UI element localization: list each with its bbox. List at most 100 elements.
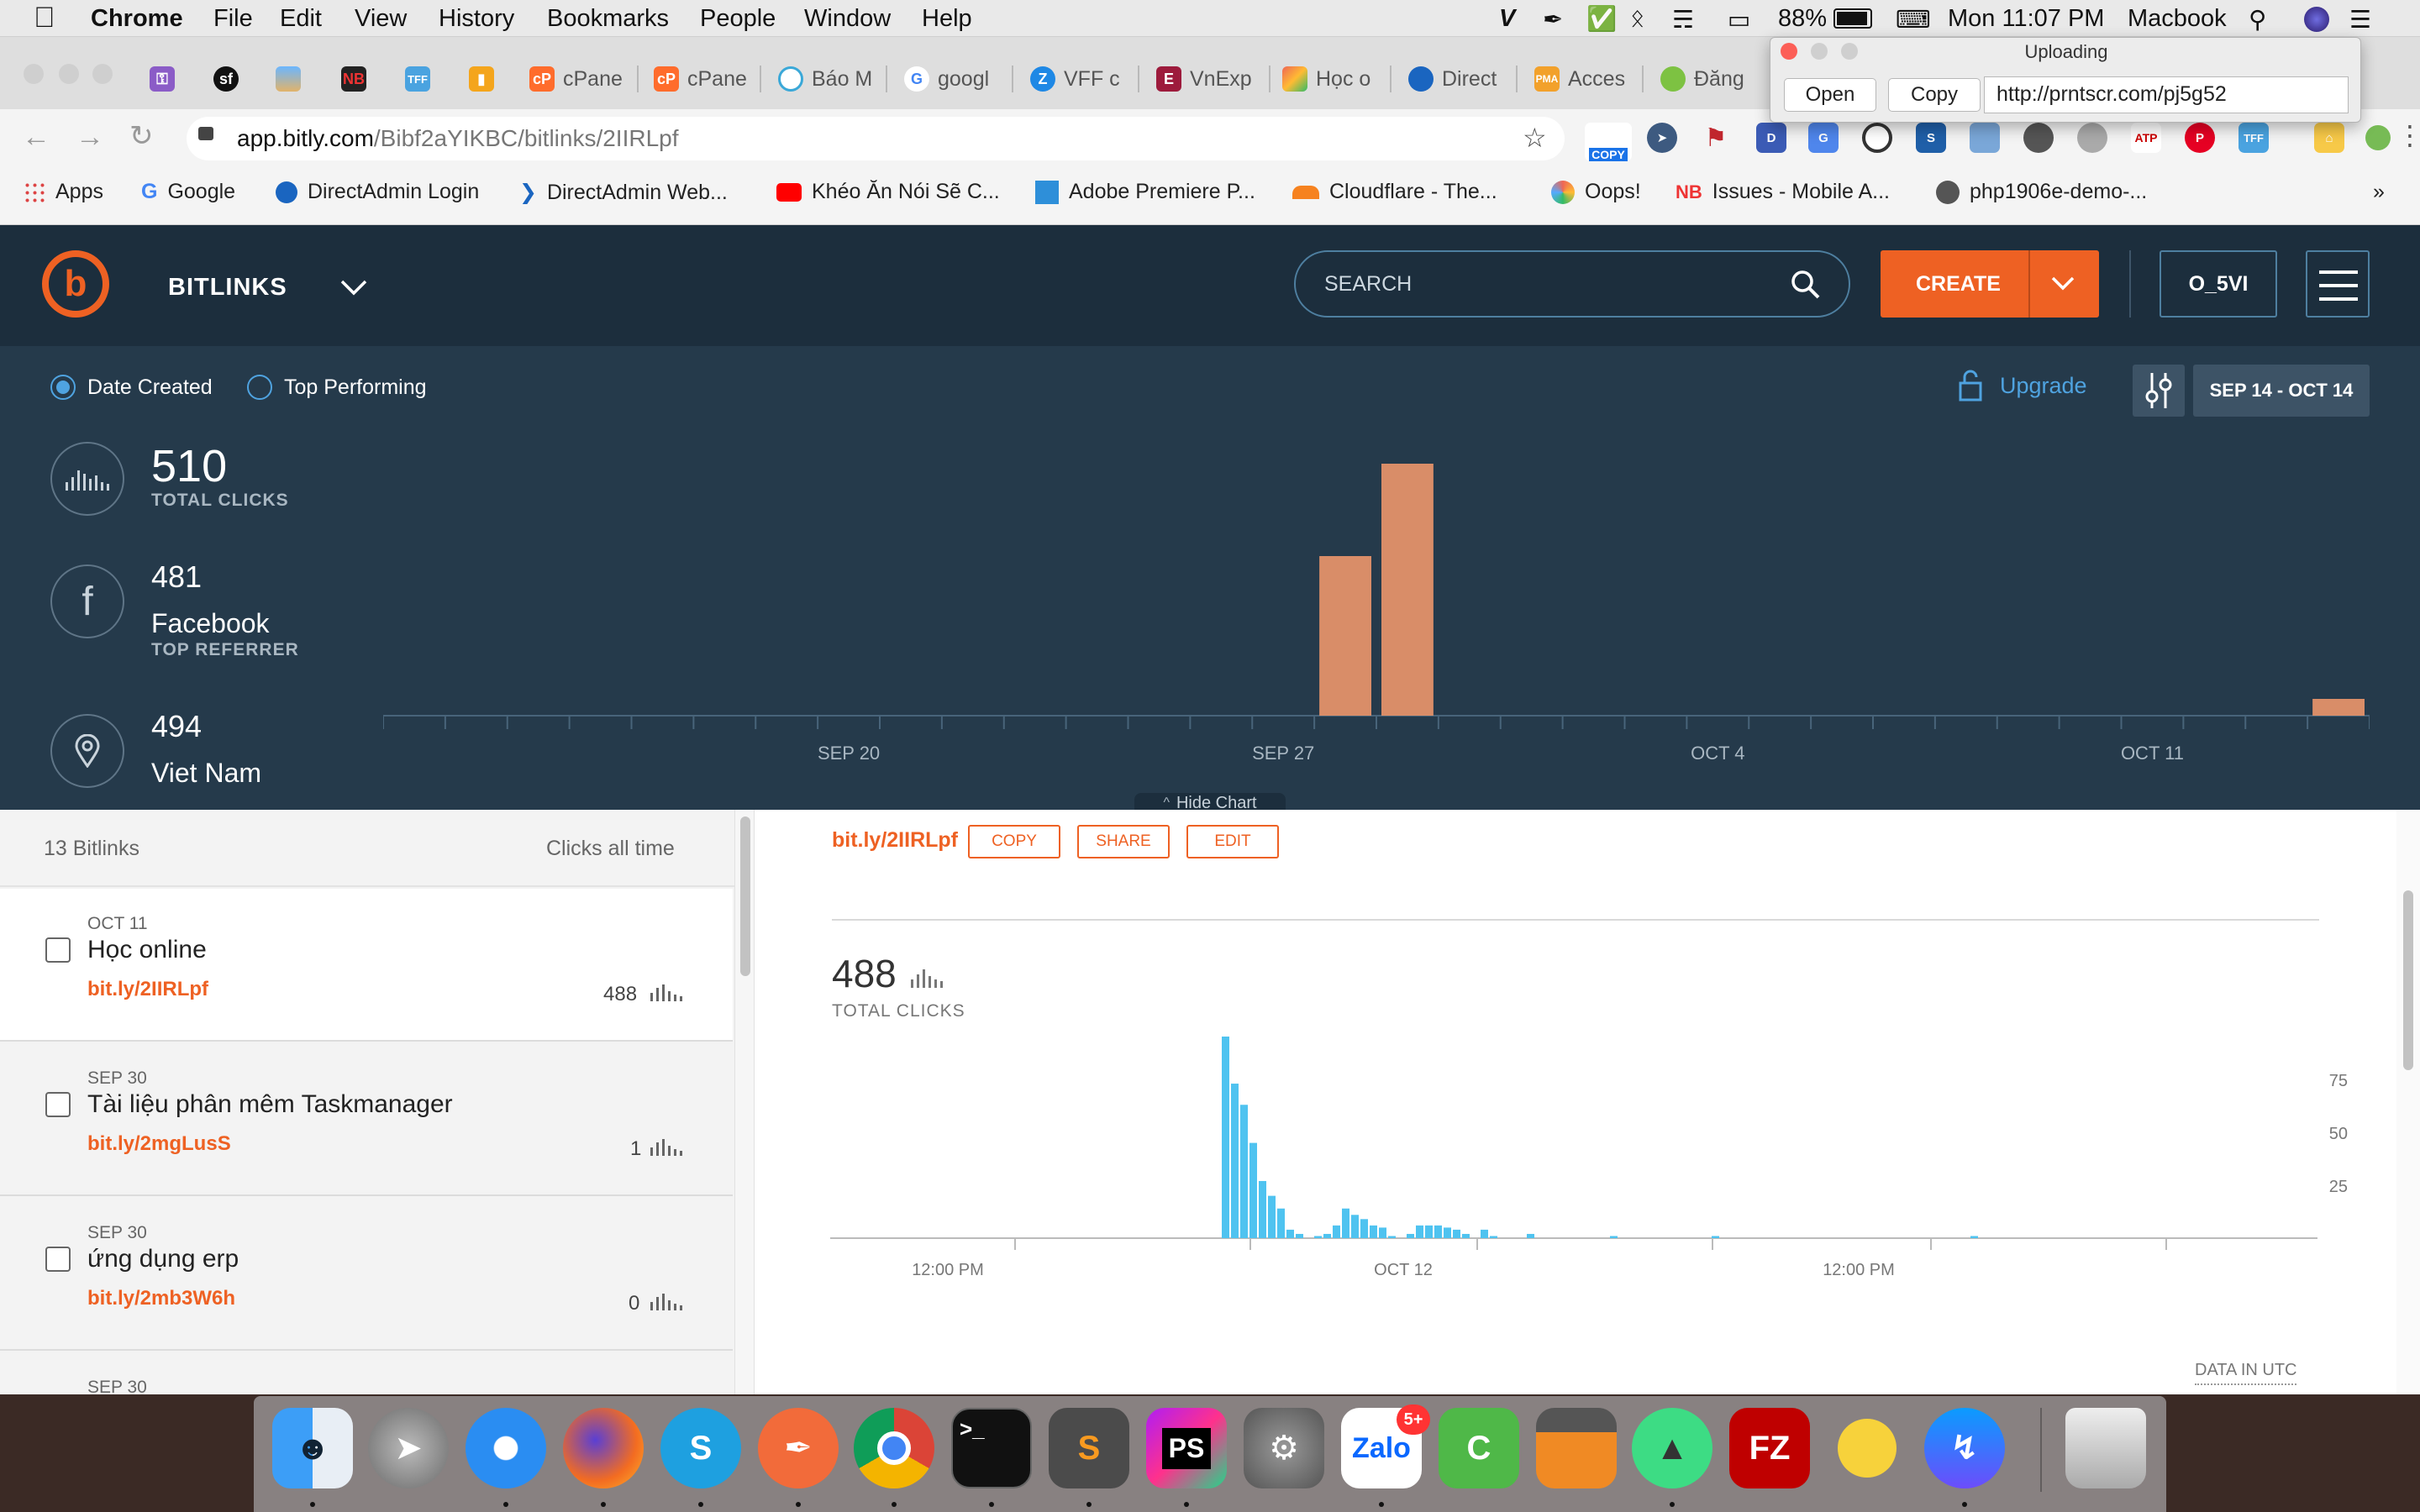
chart-bar[interactable]	[1240, 1105, 1248, 1238]
chart-bar[interactable]	[1610, 1236, 1618, 1238]
chart-bar[interactable]	[1319, 556, 1371, 716]
extension-bookmark-icon[interactable]: ⚑	[1701, 123, 1731, 153]
filezilla-icon[interactable]: FZ	[1729, 1408, 1810, 1488]
menu-bookmarks[interactable]: Bookmarks	[547, 5, 669, 33]
list-scrollbar[interactable]	[734, 810, 755, 1394]
tab-access[interactable]: PMA Acces	[1534, 62, 1634, 96]
messenger-icon[interactable]: ↯	[1924, 1408, 2005, 1488]
bookmark-issues-mobile[interactable]: NB Issues - Mobile A...	[1676, 180, 1890, 204]
page-scrollbar-thumb[interactable]	[2403, 890, 2413, 1070]
menu-app-name[interactable]: Chrome	[91, 5, 183, 33]
safari-icon[interactable]	[466, 1408, 546, 1488]
popup-link-field[interactable]: http://prntscr.com/pj5g52	[1984, 76, 2349, 113]
close-window-button[interactable]	[24, 64, 44, 84]
section-chevron-down-icon[interactable]	[339, 279, 368, 296]
chart-bar[interactable]	[1425, 1225, 1433, 1238]
input-source-icon[interactable]: ⌨	[1896, 5, 1931, 34]
filter-date-created[interactable]: Date Created	[50, 375, 213, 400]
create-button[interactable]: CREATE	[1916, 272, 2001, 297]
list-item[interactable]: SEP 30 Tài liệu phân mêm Taskmanager bit…	[0, 1043, 733, 1196]
chart-bar[interactable]	[1970, 1236, 1978, 1238]
siri-icon[interactable]	[2304, 7, 2329, 32]
camtasia-icon[interactable]: C	[1439, 1408, 1519, 1488]
chart-bar[interactable]	[1222, 1037, 1229, 1238]
hamburger-menu-button[interactable]	[2306, 250, 2370, 318]
bitly-logo[interactable]: b	[42, 250, 109, 318]
phpstorm-icon[interactable]: PS	[1146, 1408, 1227, 1488]
extension-camera-icon[interactable]	[2023, 123, 2054, 153]
cyberduck-icon[interactable]	[1827, 1408, 1907, 1488]
tab-directadmin[interactable]: Direct	[1408, 62, 1507, 96]
forward-icon[interactable]: →	[76, 121, 104, 154]
menu-people[interactable]: People	[700, 5, 776, 33]
chart-bar[interactable]	[2312, 699, 2365, 716]
address-bar[interactable]: app.bitly.com/Bibf2aYIKBC/bitlinks/2IIRL…	[187, 117, 1565, 160]
extension-home-icon[interactable]: ⌂	[2314, 123, 2344, 153]
extension-atp-icon[interactable]: ATP	[2131, 123, 2161, 153]
list-item[interactable]: SEP 30	[0, 1352, 733, 1394]
menu-user[interactable]: Macbook	[2128, 5, 2227, 33]
extension-wheel-icon[interactable]	[2077, 123, 2107, 153]
detail-copy-button[interactable]: COPY	[968, 825, 1060, 858]
menu-help[interactable]: Help	[922, 5, 972, 33]
detail-short-link[interactable]: bit.ly/2IIRLpf	[832, 828, 958, 853]
terminal-icon[interactable]: >_	[951, 1408, 1032, 1488]
chart-bar[interactable]	[1351, 1215, 1359, 1238]
chart-bar[interactable]	[1277, 1208, 1285, 1238]
system-preferences-icon[interactable]: ⚙	[1244, 1408, 1324, 1488]
section-title[interactable]: BITLINKS	[168, 274, 287, 302]
chart-settings-button[interactable]	[2133, 365, 2185, 417]
zoom-window-button[interactable]	[92, 64, 113, 84]
url-text[interactable]: app.bitly.com/Bibf2aYIKBC/bitlinks/2IIRL…	[237, 125, 679, 152]
bookmark-apps[interactable]: Apps	[24, 180, 103, 204]
chart-bar[interactable]	[1416, 1225, 1423, 1238]
item-checkbox[interactable]	[45, 937, 71, 963]
bookmark-cloudflare[interactable]: Cloudflare - The...	[1292, 180, 1497, 204]
item-short-link[interactable]: bit.ly/2IIRLpf	[87, 978, 208, 1001]
check-status-icon[interactable]: ✅	[1586, 5, 1617, 34]
bookmarks-overflow-button[interactable]: »	[2373, 180, 2385, 204]
bookmark-kheo-an-noi[interactable]: Khéo Ăn Nói Sẽ C...	[776, 180, 1000, 204]
chart-bar[interactable]	[1434, 1225, 1442, 1238]
chart-bar[interactable]	[1712, 1236, 1719, 1238]
tab-google[interactable]: Ggoogl	[904, 62, 1003, 96]
reload-icon[interactable]: ↻	[129, 119, 154, 153]
bookmark-directadmin-login[interactable]: DirectAdmin Login	[276, 180, 479, 204]
extension-tff-icon[interactable]: TFF	[2238, 123, 2269, 153]
search-icon[interactable]	[1790, 269, 1822, 301]
chart-bar[interactable]	[1333, 1225, 1340, 1238]
extension-pinterest-icon[interactable]: P	[2185, 123, 2215, 153]
filter-top-performing[interactable]: Top Performing	[247, 375, 427, 400]
bookmark-php1906e[interactable]: php1906e-demo-...	[1936, 180, 2147, 204]
extension-s-icon[interactable]: S	[1916, 123, 1946, 153]
extension-device-icon[interactable]	[1970, 123, 2000, 153]
tab-dang[interactable]: Đăng	[1660, 62, 1753, 96]
create-chevron-down-icon[interactable]	[2050, 276, 2075, 292]
bookmark-oops[interactable]: Oops!	[1551, 180, 1641, 204]
chart-bar[interactable]	[1379, 1227, 1386, 1238]
detail-share-button[interactable]: SHARE	[1077, 825, 1170, 858]
minimize-window-button[interactable]	[59, 64, 79, 84]
menu-window[interactable]: Window	[804, 5, 891, 33]
menu-view[interactable]: View	[355, 5, 407, 33]
chart-bar[interactable]	[1444, 1227, 1451, 1238]
chart-bar[interactable]	[1388, 1236, 1396, 1238]
bookmark-directadmin-web[interactable]: ❯ DirectAdmin Web...	[519, 180, 728, 205]
battery-percent[interactable]: 88%	[1778, 5, 1827, 33]
chart-bar[interactable]	[1314, 1236, 1322, 1238]
extension-block-icon[interactable]	[1862, 123, 1892, 153]
extension-translate-icon[interactable]: G	[1808, 123, 1839, 153]
tab-vnexpress[interactable]: E VnExp	[1156, 62, 1262, 96]
pinned-tab-tff[interactable]: TFF	[405, 62, 430, 96]
wifi-icon[interactable]: ☴	[1672, 5, 1694, 34]
back-icon[interactable]: ←	[22, 121, 50, 154]
sublime-text-icon[interactable]: S	[1049, 1408, 1129, 1488]
chart-bar[interactable]	[1490, 1236, 1497, 1238]
feather-status-icon[interactable]: ✒	[1543, 5, 1563, 34]
tab-bao-moi[interactable]: Báo M	[778, 62, 877, 96]
chrome-menu-icon[interactable]: ⋮	[2396, 119, 2420, 151]
item-checkbox[interactable]	[45, 1092, 71, 1117]
tab-cpanel-2[interactable]: cP cPane	[654, 62, 753, 96]
extension-d-icon[interactable]: D	[1756, 123, 1786, 153]
chart-bar[interactable]	[1370, 1225, 1377, 1238]
